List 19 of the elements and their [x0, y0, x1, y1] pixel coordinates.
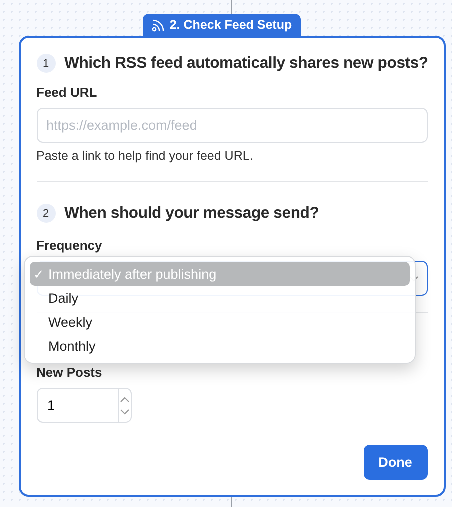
step-number: 1	[36, 54, 56, 73]
rss-icon	[152, 18, 165, 32]
menu-option[interactable]: Daily	[30, 286, 410, 310]
field-label: New Posts	[36, 365, 104, 380]
chevron-up-icon[interactable]	[120, 396, 130, 402]
section-heading: Which RSS feed automatically shares new posts?	[64, 54, 428, 72]
chevron-down-icon[interactable]	[120, 408, 130, 414]
field-label: Frequency	[36, 238, 104, 253]
number-field[interactable]: 1	[38, 389, 118, 422]
done-button[interactable]: Done	[364, 445, 428, 480]
menu-option[interactable]: Monthly	[30, 334, 410, 358]
feed-url-field[interactable]: https://example.com/feed	[36, 108, 428, 143]
menu-option[interactable]: Weekly	[30, 310, 410, 334]
step-title: 2. Check Feed Setup	[170, 18, 292, 32]
field-label: Feed URL	[36, 85, 98, 100]
step-number: 2	[36, 204, 56, 223]
section-heading: When should your message send?	[64, 204, 320, 222]
number-stepper[interactable]: 1	[36, 388, 132, 423]
help-text: Paste a link to help find your feed URL.	[36, 149, 254, 163]
